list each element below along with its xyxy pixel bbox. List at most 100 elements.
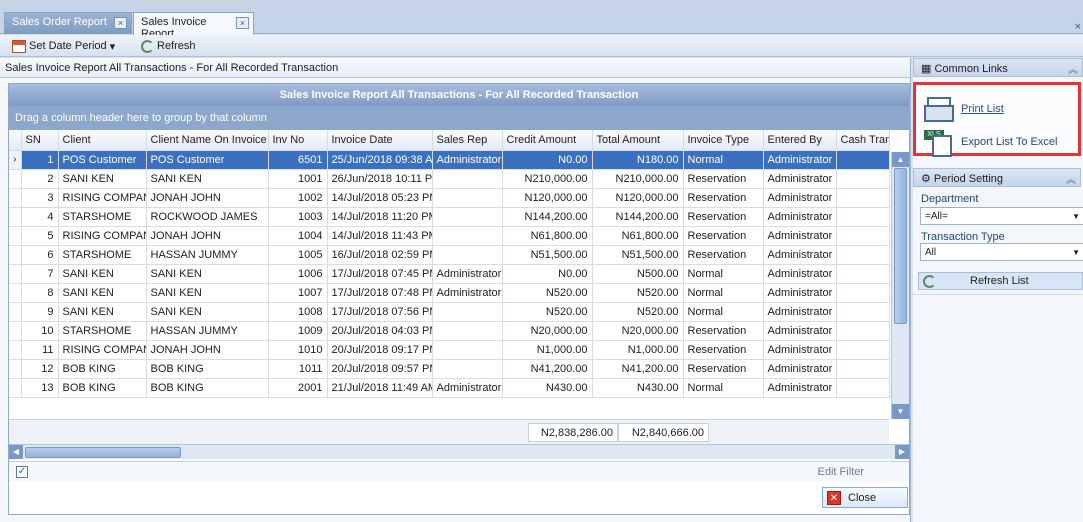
- client-name-cell[interactable]: POS Customer: [146, 150, 269, 170]
- invoice-number-cell[interactable]: 1010: [268, 340, 328, 360]
- client-name-cell[interactable]: SANI KEN: [146, 169, 269, 189]
- invoice-number-cell[interactable]: 1002: [268, 188, 328, 208]
- horizontal-scrollbar[interactable]: ◀ ▶: [9, 444, 909, 459]
- client-name-cell[interactable]: HASSAN JUMMY: [146, 245, 269, 265]
- credit-amount-cell[interactable]: N210,000.00: [502, 169, 593, 189]
- sn-cell[interactable]: 3: [21, 188, 59, 208]
- sn-cell[interactable]: 8: [21, 283, 59, 303]
- credit-amount-cell[interactable]: N1,000.00: [502, 340, 593, 360]
- client-name-cell[interactable]: BOB KING: [146, 359, 269, 379]
- table-row[interactable]: 4 STARSHOME ROCKWOOD JAMES 1003 14/Jul/2018 …: [9, 207, 890, 227]
- credit-amount-cell[interactable]: N61,800.00: [502, 226, 593, 246]
- export-excel-link[interactable]: Export List To Excel: [924, 126, 1057, 158]
- table-row[interactable]: 6 STARSHOME HASSAN JUMMY 1005 16/Jul/2018 02…: [9, 245, 890, 265]
- invoice-date-cell[interactable]: 20/Jul/2018 04:03 PM: [327, 321, 433, 341]
- entered-by-cell[interactable]: Administrator: [763, 302, 837, 322]
- invoice-date-cell[interactable]: 14/Jul/2018 11:20 PM: [327, 207, 433, 227]
- invoice-date-cell[interactable]: 16/Jul/2018 02:59 PM: [327, 245, 433, 265]
- entered-by-cell[interactable]: Administrator: [763, 207, 837, 227]
- sn-cell[interactable]: 6: [21, 245, 59, 265]
- cash-transaction-cell[interactable]: [836, 340, 890, 360]
- cash-transaction-cell[interactable]: [836, 264, 890, 284]
- window-close-icon[interactable]: ×: [1075, 21, 1081, 33]
- client-cell[interactable]: SANI KEN: [58, 283, 147, 303]
- total-amount-cell[interactable]: N144,200.00: [592, 207, 684, 227]
- sn-cell[interactable]: 12: [21, 359, 59, 379]
- scroll-left-arrow-icon[interactable]: ◀: [9, 445, 23, 459]
- invoice-type-cell[interactable]: Reservation: [683, 340, 764, 360]
- edit-filter-link[interactable]: Edit Filter: [818, 466, 864, 478]
- invoice-number-cell[interactable]: 2001: [268, 378, 328, 398]
- cash-transaction-cell[interactable]: [836, 378, 890, 398]
- scroll-right-arrow-icon[interactable]: ▶: [895, 445, 909, 459]
- cash-transaction-cell[interactable]: [836, 188, 890, 208]
- close-icon[interactable]: ×: [236, 17, 249, 29]
- table-row[interactable]: 12 BOB KING BOB KING 1011 20/Jul/2018 09:57 …: [9, 359, 890, 379]
- total-amount-cell[interactable]: N41,200.00: [592, 359, 684, 379]
- cash-transaction-cell[interactable]: [836, 169, 890, 189]
- invoice-date-cell[interactable]: 14/Jul/2018 11:43 PM: [327, 226, 433, 246]
- sales-rep-cell[interactable]: [432, 302, 503, 322]
- vertical-scrollbar[interactable]: ▲ ▼: [891, 152, 909, 419]
- sn-cell[interactable]: 7: [21, 264, 59, 284]
- sn-cell[interactable]: 10: [21, 321, 59, 341]
- invoice-type-cell[interactable]: Normal: [683, 302, 764, 322]
- column-header[interactable]: Inv No: [268, 130, 328, 151]
- close-icon[interactable]: ×: [114, 17, 127, 29]
- entered-by-cell[interactable]: Administrator: [763, 245, 837, 265]
- invoice-type-cell[interactable]: Normal: [683, 378, 764, 398]
- invoice-date-cell[interactable]: 21/Jul/2018 11:49 AM: [327, 378, 433, 398]
- vertical-scroll-thumb[interactable]: [894, 168, 907, 324]
- collapse-icon[interactable]: ︽: [1066, 171, 1076, 186]
- client-cell[interactable]: BOB KING: [58, 378, 147, 398]
- group-panel[interactable]: Drag a column header here to group by th…: [9, 106, 909, 130]
- row-indicator[interactable]: [9, 302, 22, 322]
- invoice-type-cell[interactable]: Normal: [683, 264, 764, 284]
- set-date-period-button[interactable]: Set Date Period ▾: [12, 38, 115, 54]
- cash-transaction-cell[interactable]: [836, 321, 890, 341]
- invoice-type-cell[interactable]: Reservation: [683, 359, 764, 379]
- invoice-number-cell[interactable]: 1006: [268, 264, 328, 284]
- invoice-type-cell[interactable]: Reservation: [683, 169, 764, 189]
- entered-by-cell[interactable]: Administrator: [763, 188, 837, 208]
- sn-cell[interactable]: 4: [21, 207, 59, 227]
- credit-amount-cell[interactable]: N20,000.00: [502, 321, 593, 341]
- row-indicator[interactable]: [9, 169, 22, 189]
- entered-by-cell[interactable]: Administrator: [763, 150, 837, 170]
- client-cell[interactable]: SANI KEN: [58, 302, 147, 322]
- client-name-cell[interactable]: ROCKWOOD JAMES: [146, 207, 269, 227]
- column-header[interactable]: Invoice Date: [327, 130, 433, 151]
- column-header[interactable]: Total Amount: [592, 130, 684, 151]
- cash-transaction-cell[interactable]: [836, 245, 890, 265]
- entered-by-cell[interactable]: Administrator: [763, 283, 837, 303]
- invoice-number-cell[interactable]: 1005: [268, 245, 328, 265]
- client-cell[interactable]: SANI KEN: [58, 264, 147, 284]
- cash-transaction-cell[interactable]: [836, 283, 890, 303]
- column-header[interactable]: Client: [58, 130, 147, 151]
- credit-amount-cell[interactable]: N120,000.00: [502, 188, 593, 208]
- entered-by-cell[interactable]: Administrator: [763, 169, 837, 189]
- invoice-date-cell[interactable]: 17/Jul/2018 07:45 PM: [327, 264, 433, 284]
- sn-cell[interactable]: 11: [21, 340, 59, 360]
- sn-cell[interactable]: 5: [21, 226, 59, 246]
- invoice-date-cell[interactable]: 17/Jul/2018 07:56 PM: [327, 302, 433, 322]
- client-cell[interactable]: RISING COMPANY: [58, 340, 147, 360]
- invoice-number-cell[interactable]: 1011: [268, 359, 328, 379]
- collapse-icon[interactable]: ︽: [1068, 61, 1078, 76]
- invoice-date-cell[interactable]: 25/Jun/2018 09:38 AM: [327, 150, 433, 170]
- row-indicator[interactable]: [9, 207, 22, 227]
- client-name-cell[interactable]: SANI KEN: [146, 302, 269, 322]
- credit-amount-cell[interactable]: N0.00: [502, 264, 593, 284]
- client-cell[interactable]: BOB KING: [58, 359, 147, 379]
- column-header[interactable]: Cash Transa: [836, 130, 890, 151]
- table-row[interactable]: 11RISING COMPANYJONAH JOHN101020/Jul/201…: [9, 340, 890, 360]
- entered-by-cell[interactable]: Administrator: [763, 359, 837, 379]
- invoice-type-cell[interactable]: Reservation: [683, 207, 764, 227]
- column-header[interactable]: Sales Rep: [432, 130, 503, 151]
- client-name-cell[interactable]: JONAH JOHN: [146, 226, 269, 246]
- column-header[interactable]: Client Name On Invoice: [146, 130, 269, 151]
- table-row[interactable]: 8 SANI KEN SANI KEN 1007 17/Jul/2018 07:48 P…: [9, 283, 890, 303]
- refresh-list-button[interactable]: Refresh List: [918, 272, 1083, 290]
- row-indicator[interactable]: [9, 359, 22, 379]
- client-name-cell[interactable]: SANI KEN: [146, 283, 269, 303]
